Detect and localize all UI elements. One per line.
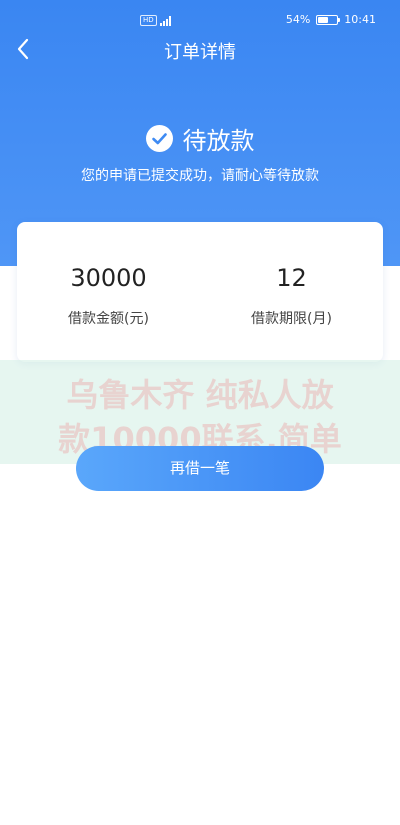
loan-term-value: 12	[276, 264, 307, 292]
hd-badge: HD	[140, 15, 157, 26]
battery-percent: 54%	[285, 13, 311, 26]
clock: 10:41	[344, 13, 376, 26]
loan-amount-label: 借款金额(元)	[68, 311, 149, 327]
watermark-line-1: 乌鲁木齐 纯私人放	[66, 376, 334, 414]
battery-level	[318, 16, 329, 23]
status-label: 待放款	[182, 127, 255, 155]
status-description: 您的申请已提交成功，请耐心等待放款	[81, 168, 319, 184]
loan-amount-value: 30000	[70, 264, 147, 292]
page-title: 订单详情	[164, 42, 236, 63]
borrow-again-button[interactable]: 再借一笔	[76, 446, 324, 491]
loan-summary-card: 30000 借款金额(元) 12 借款期限(月)	[17, 222, 383, 362]
loan-term: 12 借款期限(月)	[200, 222, 383, 362]
check-circle-icon	[145, 125, 173, 152]
network-indicators: HD	[140, 15, 171, 26]
nav-bar: 订单详情	[0, 30, 400, 70]
loan-amount: 30000 借款金额(元)	[17, 222, 200, 362]
order-status: 待放款	[0, 121, 400, 156]
loan-term-label: 借款期限(月)	[251, 311, 332, 327]
status-bar-right: 54% 10:41	[286, 13, 376, 26]
battery-icon	[316, 14, 341, 25]
signal-icon	[159, 15, 171, 26]
